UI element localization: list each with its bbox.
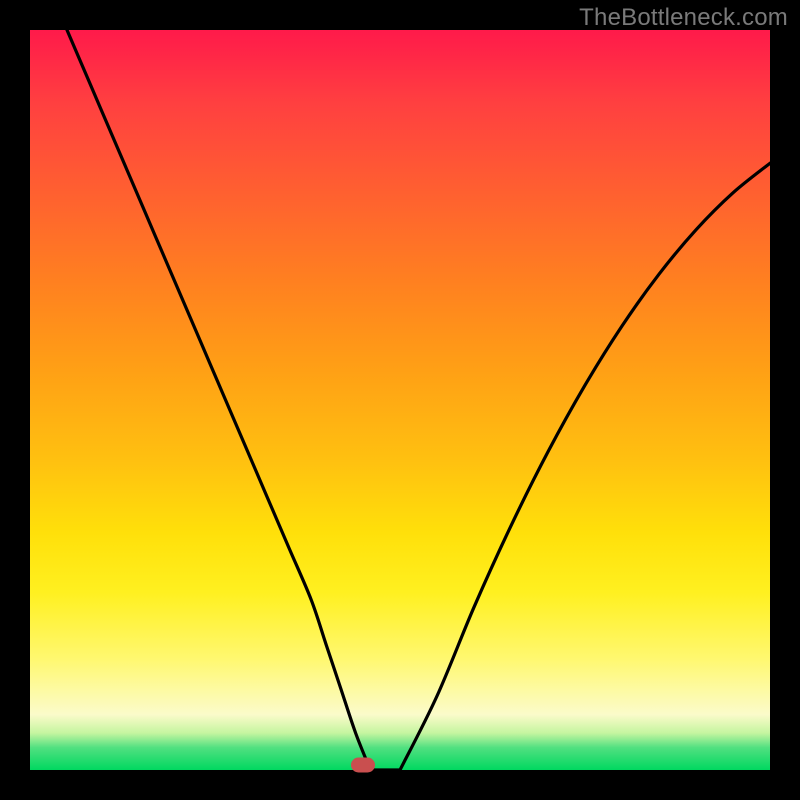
optimal-marker: [351, 758, 375, 773]
chart-frame: TheBottleneck.com: [0, 0, 800, 800]
plot-area: [30, 30, 770, 770]
watermark-text: TheBottleneck.com: [579, 4, 788, 32]
bottleneck-curve: [30, 30, 770, 770]
